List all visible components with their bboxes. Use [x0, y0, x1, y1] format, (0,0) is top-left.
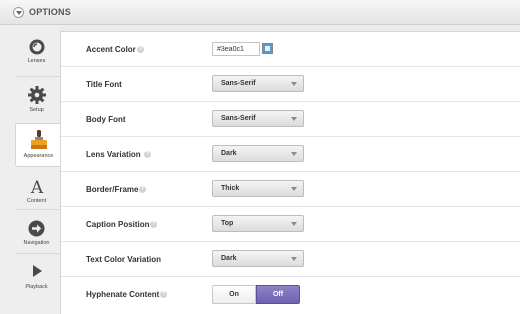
chevron-down-icon [291, 257, 297, 261]
sidebar-item-label: Lenses [27, 58, 46, 64]
sidebar-item-label: Setup [29, 107, 44, 113]
option-row-border-frame: Border/Frame ? Thick [61, 172, 520, 207]
sidebar-item-setup[interactable]: Setup [13, 86, 60, 113]
color-picker-icon[interactable] [262, 43, 273, 54]
sidebar-item-label: Content [26, 198, 47, 204]
divider [15, 209, 60, 210]
chevron-down-icon [291, 187, 297, 191]
play-icon [32, 265, 42, 277]
title-font-select[interactable]: Sans-Serif [212, 75, 304, 92]
options-title: OPTIONS [29, 7, 71, 17]
option-row-body-font: Body Font Sans-Serif [61, 102, 520, 137]
option-label: Body Font [86, 115, 126, 124]
toggle-off-button[interactable]: Off [256, 285, 300, 304]
accent-color-input[interactable]: #3ea0c1 [212, 42, 260, 56]
chevron-down-icon [291, 82, 297, 86]
option-row-text-color-variation: Text Color Variation Dark [61, 242, 520, 277]
sidebar-item-appearance[interactable]: Appearance [15, 123, 61, 167]
option-label: Border/Frame [86, 185, 139, 194]
help-icon[interactable]: ? [160, 291, 167, 298]
help-icon[interactable]: ? [144, 151, 151, 158]
sidebar-item-label: Navigation [23, 240, 50, 246]
sidebar-item-playback[interactable]: Playback [13, 264, 60, 290]
option-label: Caption Position [86, 220, 150, 229]
body-font-select[interactable]: Sans-Serif [212, 110, 304, 127]
svg-text:A: A [29, 178, 43, 195]
sidebar: Lenses Setup Appearance A Content Naviga… [0, 26, 61, 314]
select-value: Thick [221, 185, 240, 192]
option-label: Hyphenate Content [86, 290, 160, 299]
lens-variation-select[interactable]: Dark [212, 145, 304, 162]
option-row-lens-variation: Lens Variation ? Dark [61, 137, 520, 172]
sidebar-item-label: Appearance [23, 153, 54, 159]
help-icon[interactable]: ? [150, 221, 157, 228]
text-color-variation-select[interactable]: Dark [212, 250, 304, 267]
divider [15, 76, 60, 77]
option-row-title-font: Title Font Sans-Serif [61, 67, 520, 102]
option-row-hyphenate-content: Hyphenate Content ? On Off [61, 277, 520, 312]
divider [15, 253, 60, 254]
select-value: Dark [221, 150, 237, 157]
options-header: OPTIONS [0, 0, 520, 25]
sidebar-item-content[interactable]: A Content [13, 178, 60, 204]
help-icon[interactable]: ? [139, 186, 146, 193]
option-label: Accent Color [86, 45, 136, 54]
select-value: Top [221, 220, 234, 227]
lens-icon [29, 39, 44, 55]
sidebar-item-navigation[interactable]: Navigation [13, 220, 60, 246]
gear-icon [27, 86, 46, 104]
option-label: Text Color Variation [86, 255, 161, 264]
select-value: Sans-Serif [221, 80, 256, 87]
select-value: Sans-Serif [221, 115, 256, 122]
toggle-on-button[interactable]: On [212, 285, 256, 304]
hyphenate-toggle: On Off [212, 285, 300, 304]
border-frame-select[interactable]: Thick [212, 180, 304, 197]
caption-position-select[interactable]: Top [212, 215, 304, 232]
serif-a-icon: A [29, 178, 43, 195]
select-value: Dark [221, 255, 237, 262]
option-label: Lens Variation [86, 150, 141, 159]
collapse-toggle-icon[interactable] [13, 7, 24, 18]
sidebar-item-lenses[interactable]: Lenses [13, 39, 60, 64]
option-label: Title Font [86, 80, 122, 89]
option-row-accent-color: Accent Color ? #3ea0c1 [61, 32, 520, 67]
arrow-circle-icon [28, 220, 45, 237]
chevron-down-icon [291, 117, 297, 121]
chevron-down-icon [291, 222, 297, 226]
sidebar-item-label: Playback [25, 284, 48, 290]
chevron-down-icon [291, 152, 297, 156]
help-icon[interactable]: ? [137, 46, 144, 53]
option-row-caption-position: Caption Position ? Top [61, 207, 520, 242]
brush-icon [30, 130, 47, 149]
options-panel: Accent Color ? #3ea0c1 Title Font Sans-S… [60, 31, 520, 314]
